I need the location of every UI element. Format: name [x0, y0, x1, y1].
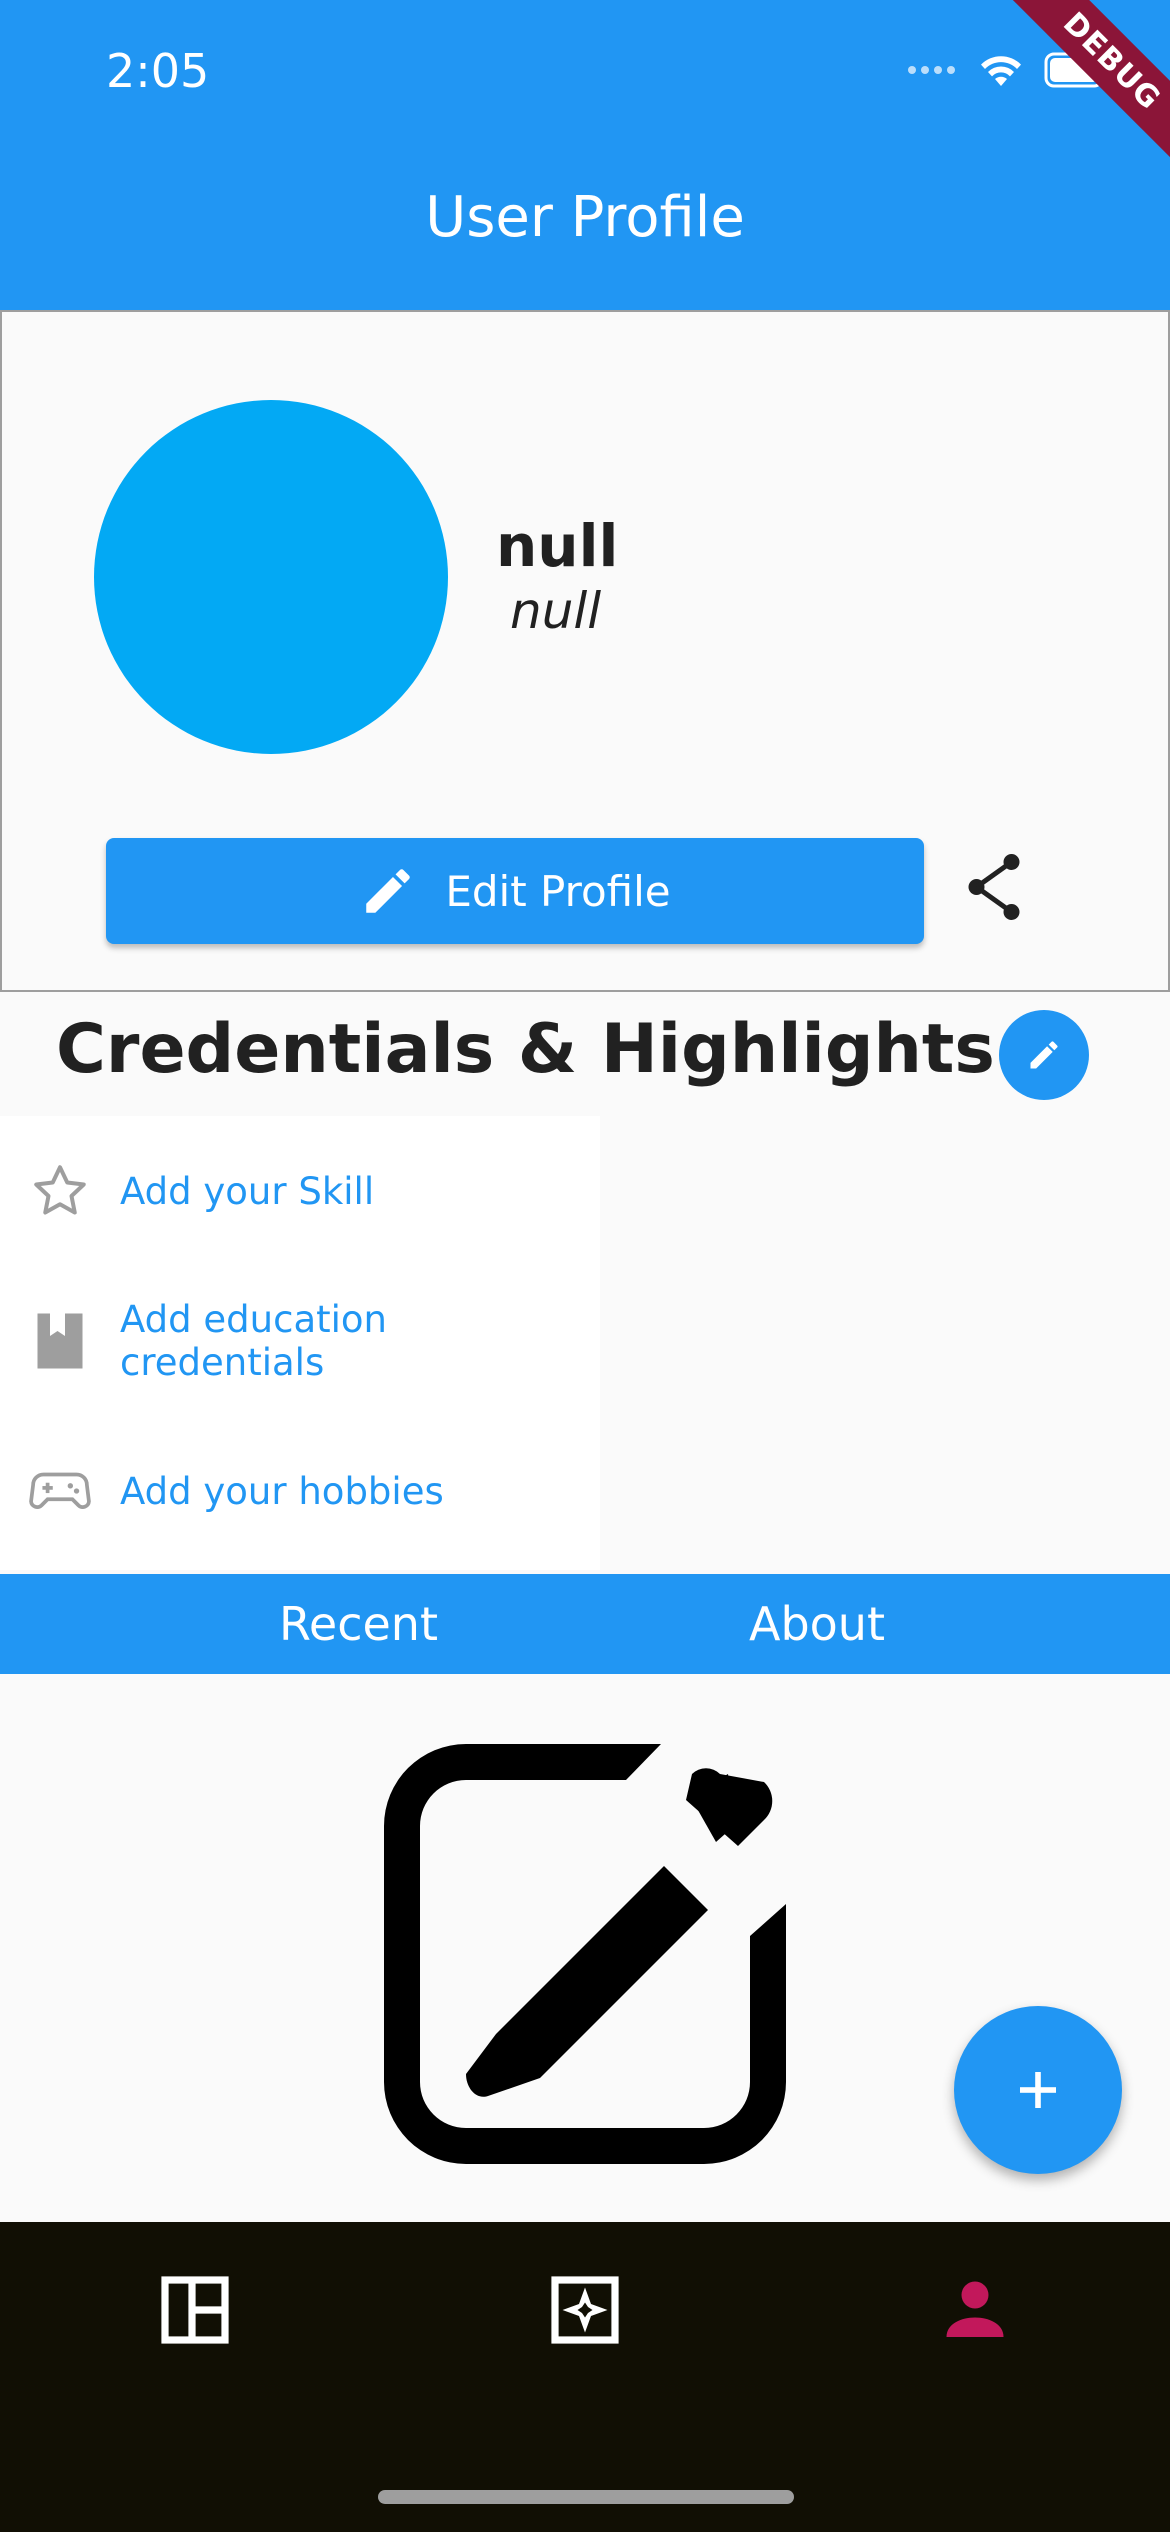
list-item-hobbies[interactable]: Add your hobbies — [0, 1416, 600, 1566]
edit-profile-label: Edit Profile — [445, 866, 671, 916]
avatar[interactable] — [94, 400, 448, 754]
debug-banner: DEBUG — [986, 0, 1170, 187]
dashboard-icon — [161, 2276, 229, 2344]
tab-recent[interactable]: Recent — [279, 1574, 438, 1674]
status-time: 2:05 — [106, 44, 210, 98]
share-icon[interactable] — [964, 852, 1024, 922]
nav-item-dashboard[interactable] — [155, 2270, 235, 2350]
add-button[interactable] — [954, 2006, 1122, 2174]
edit-note-icon — [384, 1744, 786, 2164]
gamepad-icon — [28, 1459, 92, 1523]
bottom-navigation — [0, 2222, 1170, 2532]
tab-about[interactable]: About — [749, 1574, 885, 1674]
person-icon — [946, 2281, 1004, 2337]
pencil-icon — [366, 869, 411, 913]
list-item-skill[interactable]: Add your Skill — [0, 1116, 600, 1266]
page-title: User Profile — [425, 185, 745, 250]
user-name: null — [496, 512, 619, 580]
tab-bar: Recent About — [0, 1574, 1170, 1674]
star-outline-icon — [28, 1159, 92, 1223]
nav-item-explore[interactable] — [545, 2270, 625, 2350]
credentials-list: Add your Skill Add education credentials… — [0, 1116, 600, 1570]
home-indicator — [378, 2490, 794, 2504]
plus-icon — [1020, 2072, 1056, 2108]
book-icon — [28, 1309, 92, 1373]
list-item-education[interactable]: Add education credentials — [0, 1266, 600, 1416]
wifi-icon — [981, 56, 1021, 86]
list-item-label: Add education credentials — [120, 1298, 387, 1384]
app-bar: 2:05 DEBUG User Profile — [0, 0, 1170, 310]
edit-profile-button[interactable]: Edit Profile — [106, 838, 924, 944]
sparkle-box-icon — [551, 2276, 619, 2344]
list-item-label: Add your hobbies — [120, 1469, 444, 1513]
edit-credentials-button[interactable] — [999, 1010, 1089, 1100]
list-item-label: Add your Skill — [120, 1169, 375, 1213]
user-subtitle: null — [510, 582, 602, 640]
credentials-title: Credentials & Highlights — [56, 1010, 995, 1089]
signal-icon — [908, 66, 955, 74]
pencil-icon — [1030, 1041, 1058, 1069]
nav-item-profile[interactable] — [935, 2270, 1015, 2350]
